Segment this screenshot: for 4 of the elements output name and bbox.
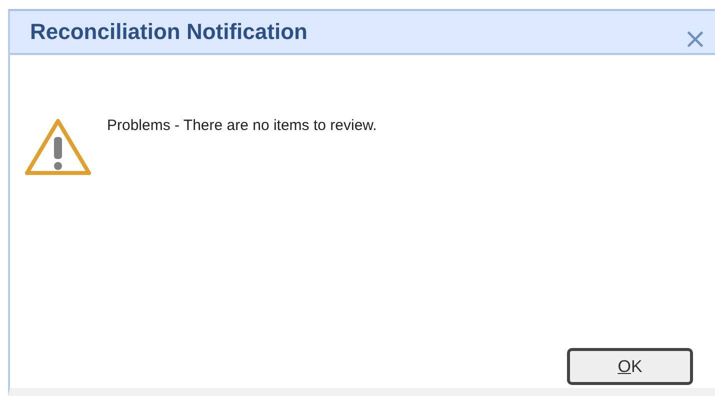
window-title: Reconciliation Notification: [30, 19, 308, 45]
message-text: Problems - There are no items to review.: [107, 117, 377, 134]
warning-icon: [23, 117, 93, 177]
ok-button[interactable]: OK: [567, 348, 693, 385]
